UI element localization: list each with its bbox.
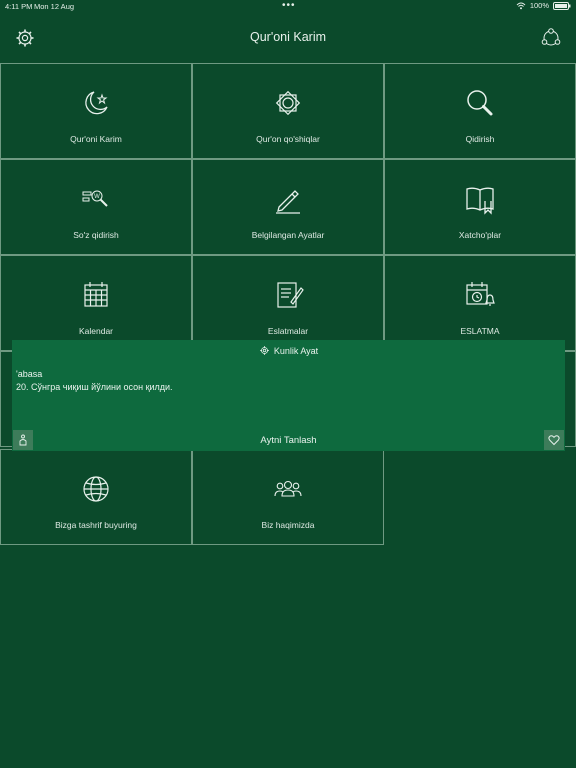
- page-title: Qur'oni Karim: [249, 30, 327, 44]
- favorite-ayat-button[interactable]: [544, 430, 564, 450]
- tile-visit-us[interactable]: Bizga tashrif buyuring: [0, 449, 192, 545]
- calendar-icon: [79, 278, 113, 312]
- status-time: 4:11 PM: [5, 2, 33, 11]
- tile-label: Belgilangan Ayatlar: [251, 230, 325, 240]
- tile-label: Xatcho'plar: [458, 230, 502, 240]
- tile-label: So'z qidirish: [73, 230, 119, 240]
- tile-reminder[interactable]: ESLATMA: [384, 255, 576, 351]
- ornament-icon: [271, 86, 305, 120]
- tile-label: Qur'on qo'shiqlar: [256, 134, 320, 144]
- magnifier-icon: [463, 86, 497, 120]
- status-right: 100%: [516, 1, 571, 10]
- tile-notes[interactable]: Eslatmalar: [192, 255, 384, 351]
- share-icon[interactable]: [540, 27, 562, 49]
- crescent-star-icon: [79, 86, 113, 120]
- globe-icon: [79, 472, 113, 506]
- calendar-alarm-icon: [463, 278, 497, 312]
- tile-about-us[interactable]: Biz haqimizda: [192, 449, 384, 545]
- notes-icon: [271, 278, 305, 312]
- tile-label: Bizga tashrif buyuring: [55, 520, 137, 530]
- multitasking-dots[interactable]: •••: [282, 0, 296, 11]
- daily-ayat-title: Kunlik Ayat: [273, 346, 319, 356]
- tile-label: Eslatmalar: [267, 326, 309, 336]
- svg-text:W: W: [94, 194, 100, 200]
- daily-ayat-panel: Kunlik Ayat 'abasa 20. Сўнгра чиқиш йўли…: [12, 340, 565, 451]
- tile-search[interactable]: Qidirish: [384, 63, 576, 159]
- status-date: Mon 12 Aug: [34, 2, 75, 11]
- verse-text: 20. Сўнгра чиқиш йўлини осон қилди.: [16, 382, 173, 392]
- tile-label: Qur'oni Karim: [70, 134, 122, 144]
- tile-label: ESLATMA: [460, 326, 500, 336]
- tile-label: Qidirish: [465, 134, 495, 144]
- tile-quran[interactable]: Qur'oni Karim: [0, 63, 192, 159]
- daily-ayat-gear-icon[interactable]: [259, 345, 270, 358]
- heart-icon: [548, 435, 560, 446]
- battery-percent: 100%: [529, 1, 549, 10]
- surah-name: 'abasa: [16, 369, 43, 379]
- tile-label: Kalendar: [78, 326, 114, 336]
- people-icon: [271, 472, 305, 506]
- tile-calendar[interactable]: Kalendar: [0, 255, 192, 351]
- status-bar: 4:11 PM Mon 12 Aug ••• 100%: [0, 0, 576, 14]
- tile-quran-songs[interactable]: Qur'on qo'shiqlar: [192, 63, 384, 159]
- daily-ayat-header: Kunlik Ayat: [12, 344, 565, 358]
- pencil-icon: [271, 182, 305, 216]
- tile-label: Biz haqimizda: [261, 520, 315, 530]
- word-search-icon: W: [79, 182, 113, 216]
- battery-icon: [553, 1, 571, 10]
- choose-ayat-button[interactable]: Aytni Tanlash: [12, 429, 565, 451]
- wifi-icon: [516, 2, 526, 10]
- tile-bookmarks[interactable]: Xatcho'plar: [384, 159, 576, 255]
- tile-marked-ayats[interactable]: Belgilangan Ayatlar: [192, 159, 384, 255]
- share-icon: [19, 434, 27, 446]
- share-ayat-button[interactable]: [13, 430, 33, 450]
- book-bookmark-icon: [463, 182, 497, 216]
- choose-ayat-label: Aytni Tanlash: [260, 434, 317, 446]
- navigation-bar: Qur'oni Karim: [0, 22, 576, 52]
- tile-word-search[interactable]: W So'z qidirish: [0, 159, 192, 255]
